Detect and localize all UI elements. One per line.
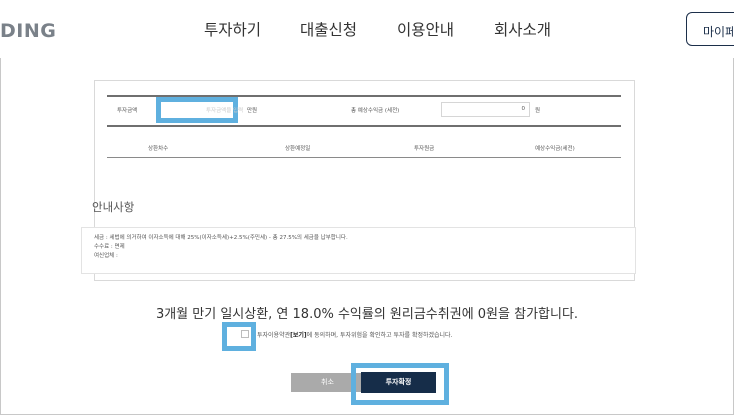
notice-tax-line: 세금 : 세법에 의거하여 이자소득에 대해 25%(이자소득세)+2.5%(주… [94, 235, 348, 241]
expected-profit-unit: 원 [535, 108, 541, 114]
terms-view-link[interactable]: [보기] [290, 332, 307, 339]
expected-profit-label: 총 예상수익금 (세전) [351, 108, 400, 114]
amount-unit: 만원 [247, 108, 258, 114]
notice-fee-line: 수수료 : 면제 [94, 244, 125, 250]
agreement-suffix: 에 동의하며, 투자위험을 확인하고 투자를 확정하겠습니다. [306, 332, 453, 339]
mypage-button[interactable]: 마이페이지 [686, 12, 734, 46]
nav-loan-apply[interactable]: 대출신청 [300, 18, 357, 40]
agree-checkbox[interactable] [241, 330, 249, 338]
notice-lender-line: 여신업체 : [94, 253, 118, 259]
amount-input[interactable]: 투자금액을 입력 [206, 106, 243, 114]
nav-invest[interactable]: 투자하기 [204, 18, 261, 40]
site-logo[interactable]: DING [0, 20, 56, 42]
col-repay-date: 상환예정일 [285, 146, 311, 152]
expected-profit-field: 0 [441, 102, 530, 117]
agreement-prefix: 투자이용약관 [257, 332, 291, 339]
site-header: DING 투자하기 대출신청 이용안내 회사소개 마이페이지 [0, 0, 734, 58]
col-repay-round: 상환차수 [148, 146, 169, 152]
notice-title: 안내사항 [92, 200, 135, 214]
agreement-text: 투자이용약관[보기]에 동의하며, 투자위험을 확인하고 투자를 확정하겠습니다… [257, 330, 453, 339]
amount-label: 투자금액 [117, 108, 138, 114]
nav-guide[interactable]: 이용안내 [397, 18, 454, 40]
notice-box: 세금 : 세법에 의거하여 이자소득에 대해 25%(이자소득세)+2.5%(주… [81, 227, 636, 274]
col-expected-profit: 예상수익금(세전) [535, 146, 575, 152]
table-header-rule [107, 157, 621, 158]
col-principal: 투자원금 [414, 146, 435, 152]
investment-summary: 3개월 만기 일시상환, 연 18.0% 수익률의 원리금수취권에 0원을 참가… [155, 307, 579, 322]
confirm-investment-button[interactable]: 투자확정 [361, 372, 436, 393]
nav-company[interactable]: 회사소개 [494, 18, 551, 40]
agree-checkbox-highlight[interactable] [222, 322, 256, 351]
form-bottom-rule [107, 125, 621, 127]
